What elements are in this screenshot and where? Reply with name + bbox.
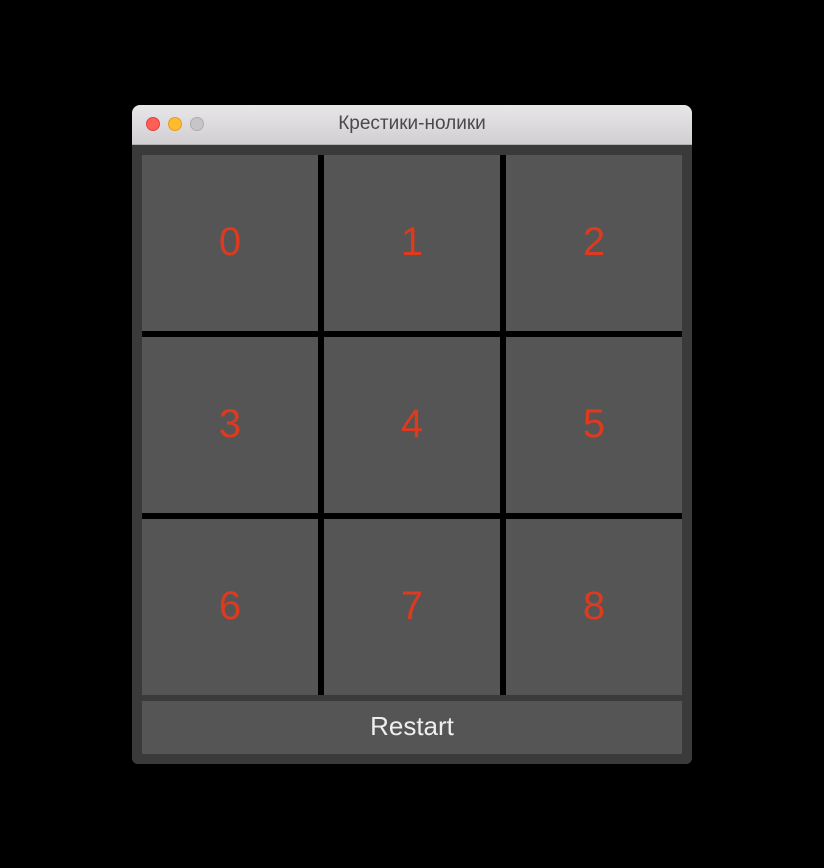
cell-3[interactable]: 3 [142,337,318,513]
cell-1[interactable]: 1 [324,155,500,331]
cell-2[interactable]: 2 [506,155,682,331]
minimize-icon[interactable] [168,117,182,131]
game-grid: 0 1 2 3 4 5 6 7 8 [142,155,682,695]
traffic-lights [132,117,204,131]
window-titlebar: Крестики-нолики [132,105,692,145]
window-title: Крестики-нолики [132,113,692,135]
cell-8[interactable]: 8 [506,519,682,695]
application-window: Крестики-нолики 0 1 2 3 4 5 6 7 8 Restar… [132,105,692,764]
close-icon[interactable] [146,117,160,131]
cell-0[interactable]: 0 [142,155,318,331]
restart-button[interactable]: Restart [142,701,682,754]
window-content: 0 1 2 3 4 5 6 7 8 Restart [132,145,692,764]
cell-4[interactable]: 4 [324,337,500,513]
zoom-icon[interactable] [190,117,204,131]
cell-7[interactable]: 7 [324,519,500,695]
cell-6[interactable]: 6 [142,519,318,695]
cell-5[interactable]: 5 [506,337,682,513]
